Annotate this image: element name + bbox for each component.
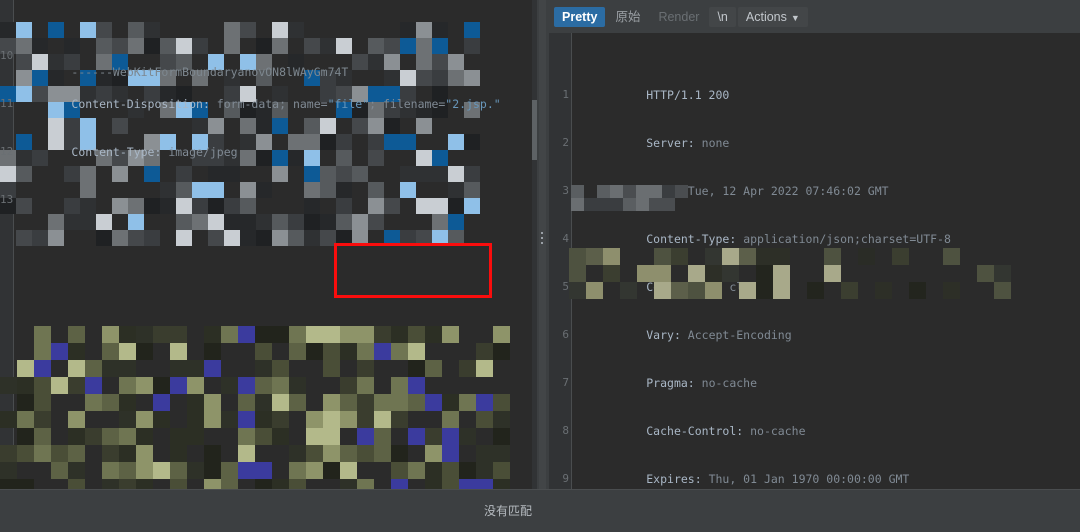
content-disposition-label: Content-Disposition: [71, 97, 210, 111]
header-value: application/json;charset=UTF-8 [736, 232, 951, 246]
header-value: Tue, 12 Apr 2022 07:46:02 GMT [680, 184, 889, 198]
response-body[interactable]: 1 HTTP/1.1 200 2 Server: none 3 Date: Tue, … [549, 33, 1080, 489]
content-disposition-value: form-data; name= [209, 97, 328, 111]
line-number: 12 [0, 145, 14, 158]
header-name: Date: [646, 184, 681, 198]
left-match-status: 没有匹配 [484, 504, 533, 518]
content-type-label: Content-Type: [71, 145, 162, 159]
line-number: 1 [562, 88, 569, 101]
header-name: Connection: [646, 280, 723, 294]
splitter-drag-handle[interactable] [541, 232, 544, 249]
response-text[interactable]: 1 HTTP/1.1 200 2 Server: none 3 Date: Tue, … [562, 39, 1077, 489]
actions-menu[interactable]: Actions ▼ [737, 6, 808, 27]
header-value: no-cache [694, 376, 758, 390]
header-name: Server: [646, 136, 695, 150]
header-name: Cache-Control: [646, 424, 744, 438]
response-toolbar: Pretty 原始 Render \n Actions ▼ [549, 0, 1080, 33]
line-number: 9 [562, 472, 569, 485]
header-name: Expires: [646, 472, 702, 486]
content-type-value: image/jpeg [161, 145, 238, 159]
line-number: 6 [562, 328, 569, 341]
censored-region-lower [0, 326, 510, 489]
multipart-boundary: ------WebKitFormBoundaryanovON8lWAyGm74T [71, 65, 349, 79]
pane-splitter[interactable] [537, 0, 549, 489]
line-number: 4 [562, 232, 569, 245]
line-number: 8 [562, 424, 569, 437]
header-value: Accept-Encoding [680, 328, 792, 342]
line-number: 2 [562, 136, 569, 149]
request-line-gutter [0, 0, 14, 489]
header-value: no-cache [743, 424, 806, 438]
filename-value: "2.jsp." [445, 97, 501, 111]
separator: ; [369, 97, 383, 111]
request-body-text[interactable]: 10 ------WebKitFormBoundaryanovON8lWAyGm… [0, 0, 536, 224]
header-value: Thu, 01 Jan 1970 00:00:00 GMT [701, 472, 910, 486]
line-number: 11 [0, 97, 14, 110]
tab-pretty[interactable]: Pretty [554, 6, 606, 27]
header-value: none [694, 136, 730, 150]
status-line: HTTP/1.1 200 [646, 88, 730, 102]
proxy-viewer-window: 10 ------WebKitFormBoundaryanovON8lWAyGm… [0, 0, 1080, 532]
header-name: Vary: [646, 328, 681, 342]
request-pane[interactable]: 10 ------WebKitFormBoundaryanovON8lWAyGm… [0, 0, 537, 489]
form-field-name: "file" [327, 97, 370, 111]
red-highlight-box [334, 243, 492, 298]
response-pane[interactable]: Pretty 原始 Render \n Actions ▼ 1 HTTP/1.1 2… [549, 0, 1080, 489]
tab-render[interactable]: Render [650, 7, 707, 27]
header-value: close [722, 280, 764, 294]
line-number: 10 [0, 49, 14, 62]
line-number: 7 [562, 376, 569, 389]
header-name: Content-Type: [646, 232, 737, 246]
tab-newline[interactable]: \n [709, 6, 736, 27]
line-number: 5 [562, 280, 569, 293]
header-name: Pragma: [646, 376, 695, 390]
tab-raw[interactable]: 原始 [607, 7, 648, 27]
actions-label: Actions [745, 9, 787, 24]
line-number: 13 [0, 193, 14, 206]
chevron-down-icon: ▼ [790, 12, 800, 23]
search-status-bar: 没有匹配 ← → 没有匹 383字节 [0, 489, 1080, 532]
line-number: 3 [562, 184, 569, 197]
filename-label: filename= [382, 97, 446, 111]
